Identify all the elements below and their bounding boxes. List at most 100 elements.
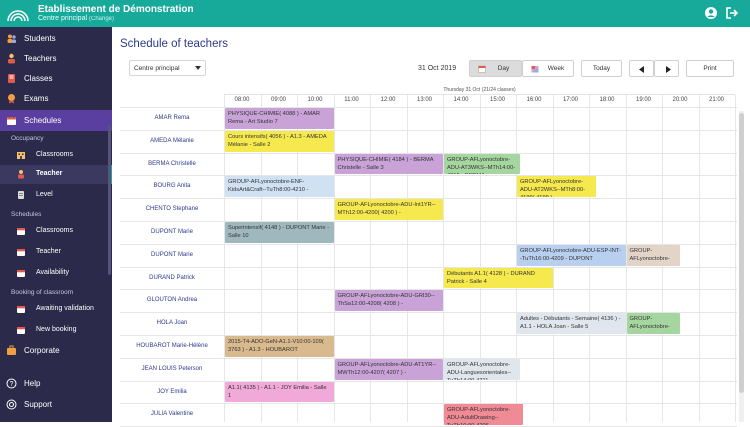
schedule-event[interactable]: PHYSIQUE-CHIMIE( 4184 ) - BERMA Christel… bbox=[334, 153, 443, 175]
teacher-name[interactable]: HOUBAROT Marie-Hélène bbox=[120, 343, 224, 349]
schedule-teacher[interactable]: Teacher bbox=[0, 243, 112, 262]
exams-icon bbox=[8, 94, 15, 104]
today-button[interactable]: Today bbox=[581, 60, 622, 77]
grid-row-line bbox=[120, 129, 737, 131]
schedule-event[interactable]: GROUP-AFLyonoctobre-ADU-AT1YR--MWTh12:00… bbox=[334, 358, 443, 380]
teacher-name[interactable]: DURAND Patrick bbox=[120, 275, 224, 281]
hour-label: 21:00 bbox=[708, 97, 724, 103]
schedule-event[interactable]: Adultes - Débutants - Semaine( 4136 ) - … bbox=[517, 313, 626, 334]
sidebar-scrollbar[interactable] bbox=[108, 125, 111, 275]
occupancy-classrooms[interactable]: Classrooms bbox=[0, 146, 112, 165]
section-booking: Booking of classroom bbox=[11, 289, 74, 296]
schedule-availability[interactable]: Availability bbox=[0, 264, 112, 283]
site-name: Centre principal (Change) bbox=[38, 15, 114, 22]
schedule-event[interactable]: A1.1( 4135 ) - A1.1 - JOY Emilia - Salle… bbox=[225, 381, 334, 403]
booking-awaiting-validation[interactable]: Awaiting validation bbox=[0, 300, 112, 319]
top-bar: Etablissement de Démonstration Centre pr… bbox=[0, 0, 750, 27]
schedule-event[interactable]: Superintensif( 4148 ) - DUPONT Marie - S… bbox=[225, 222, 334, 243]
hour-label: 18:00 bbox=[599, 97, 615, 103]
arrow-left-icon bbox=[639, 66, 644, 73]
hour-label: 16:00 bbox=[526, 97, 542, 103]
schedule-event[interactable]: GROUP-AFLyonoctobre- bbox=[626, 313, 681, 334]
teacher-name[interactable]: DUPONT Marie bbox=[120, 252, 224, 258]
teacher-name[interactable]: GLOUTON Andrea bbox=[120, 297, 224, 303]
sidebar-item-students[interactable]: Students bbox=[0, 29, 112, 49]
page-title: Schedule of teachers bbox=[120, 38, 229, 50]
print-button[interactable]: Print bbox=[686, 60, 734, 77]
schedule-event[interactable]: Débutants A1.1( 4128 ) - DURAND Patrick … bbox=[444, 267, 553, 289]
week-view-button[interactable]: Week bbox=[522, 60, 574, 77]
occupancy-teacher[interactable]: Teacher bbox=[0, 165, 112, 184]
day-view-button[interactable]: Day bbox=[469, 60, 522, 77]
teacher-name[interactable]: AMAR Rema bbox=[120, 115, 224, 121]
teacher-name[interactable]: JOY Emilia bbox=[120, 389, 224, 395]
sidebar-item-exams[interactable]: Exams bbox=[0, 89, 112, 109]
previous-day-button[interactable] bbox=[629, 60, 654, 77]
scrollbar-thumb[interactable] bbox=[739, 113, 744, 393]
current-date: 31 Oct 2019 bbox=[418, 65, 457, 72]
teacher-name[interactable]: AMEDA Mélanie bbox=[120, 138, 224, 144]
sidebar-sub-label: Awaiting validation bbox=[36, 305, 94, 312]
teacher-name[interactable]: JEAN LOUIS Peterson bbox=[120, 366, 224, 372]
sidebar-item-schedules[interactable]: Schedules bbox=[0, 110, 112, 131]
calendar-icon bbox=[17, 249, 25, 256]
change-site-link[interactable]: (Change) bbox=[89, 16, 114, 22]
user-circle-icon[interactable] bbox=[704, 6, 718, 20]
schedule-event[interactable]: GROUP-AFLyonoctobre-ADU-AdultDrawing--Tu… bbox=[444, 404, 524, 426]
schedule-event[interactable]: GROUP-AFLyonoctobre-ENF-KidsArt&Craft--T… bbox=[225, 176, 334, 198]
hour-label: 09:00 bbox=[270, 97, 286, 103]
site-label: Centre principal bbox=[38, 15, 88, 22]
next-day-button[interactable] bbox=[654, 60, 679, 77]
schedule-event[interactable]: GROUP-AFLyonoctobre-ADU-Languesorientale… bbox=[444, 358, 520, 380]
help-icon: ? bbox=[6, 378, 17, 389]
schedule-event[interactable]: GROUP-AFLyonoctobre-ADU-ESP-INT--TuTh16:… bbox=[517, 244, 626, 266]
booking-new[interactable]: New booking bbox=[0, 321, 112, 340]
sidebar-item-label: Corporate bbox=[24, 346, 60, 355]
teacher-icon bbox=[18, 170, 24, 179]
calendar-icon bbox=[17, 327, 25, 334]
main-content: Schedule of teachers Centre principal 31… bbox=[112, 27, 750, 427]
schedule-event[interactable]: PHYSIQUE-CHIMIE( 4088 ) - AMAR Rema - Ar… bbox=[225, 108, 334, 129]
schedule-event[interactable]: 2015-T4-ADO-GeN-A1.1-V10:00-109( 3763 ) … bbox=[225, 336, 334, 357]
site-select[interactable]: Centre principal bbox=[129, 60, 206, 76]
sidebar-item-help[interactable]: ? Help bbox=[0, 374, 112, 394]
teacher-name[interactable]: JULIA Valentine bbox=[120, 411, 224, 417]
sidebar-item-label: Support bbox=[24, 400, 53, 409]
sidebar-item-classes[interactable]: Classes bbox=[0, 69, 112, 89]
teacher-name[interactable]: HOLA Joan bbox=[120, 320, 224, 326]
hour-label: 15:00 bbox=[489, 97, 505, 103]
schedule-classrooms[interactable]: Classrooms bbox=[0, 222, 112, 241]
hour-label: 08:00 bbox=[234, 97, 250, 103]
sidebar-sub-label: Classrooms bbox=[36, 227, 73, 234]
schedule-event[interactable]: GROUP-AFLyonoctobre- bbox=[626, 244, 681, 266]
building-icon bbox=[17, 152, 25, 159]
occupancy-level[interactable]: Level bbox=[0, 186, 112, 205]
hour-label: 14:00 bbox=[453, 97, 469, 103]
section-occupancy: Occupancy bbox=[11, 135, 44, 142]
teachers-icon bbox=[8, 53, 15, 64]
sidebar-item-label: Students bbox=[24, 34, 56, 43]
schedule-event[interactable]: GROUP-AFLyonoctobre-ADU-GRI30--ThSa12:00… bbox=[334, 290, 443, 312]
grid-row-line bbox=[120, 221, 737, 222]
schedule-event[interactable]: GROUP-AFLyonoctobre-ADU-AT3WKS--MTh14:00… bbox=[444, 153, 520, 175]
hour-label: 19:00 bbox=[635, 97, 651, 103]
teacher-name[interactable]: BOURG Anita bbox=[120, 183, 224, 189]
corporate-icon bbox=[7, 345, 16, 355]
teacher-name[interactable]: CHENTO Stephane bbox=[120, 206, 224, 212]
arrow-right-icon bbox=[666, 66, 671, 73]
logout-icon[interactable] bbox=[725, 6, 739, 20]
sidebar-item-teachers[interactable]: Teachers bbox=[0, 49, 112, 69]
schedule-event[interactable]: Cours intensifs( 4056 ) - A1.3 - AMEDA M… bbox=[225, 130, 334, 152]
sidebar-item-support[interactable]: Support bbox=[0, 395, 112, 415]
schedule-event[interactable]: GROUP-AFLyonoctobre-ADU-Int1YR--MTh12:00… bbox=[334, 199, 443, 220]
teacher-name[interactable]: BERMA Christelle bbox=[120, 161, 224, 167]
grid-scrollbar[interactable] bbox=[739, 111, 744, 422]
sidebar-item-label: Exams bbox=[24, 94, 49, 103]
section-schedules: Schedules bbox=[11, 211, 42, 218]
schedule-event[interactable]: GROUP-AFLyonoctobre-ADU-AT2WKS--MTh8:00-… bbox=[517, 176, 597, 198]
grid-row-line bbox=[120, 107, 737, 108]
chevron-down-icon bbox=[195, 66, 201, 70]
calendar-icon bbox=[7, 116, 16, 125]
sidebar-item-corporate[interactable]: Corporate bbox=[0, 341, 112, 361]
teacher-name[interactable]: DUPONT Marie bbox=[120, 229, 224, 235]
